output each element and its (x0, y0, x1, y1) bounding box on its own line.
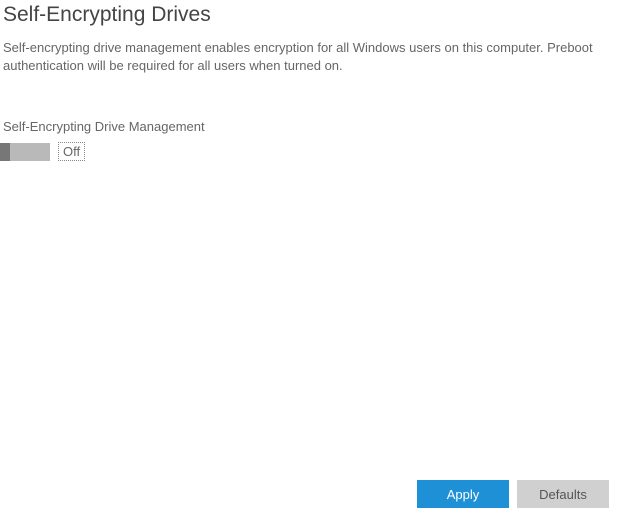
toggle-row: Off (0, 134, 617, 161)
description-text: Self-encrypting drive management enables… (0, 27, 617, 74)
button-bar: Apply Defaults (417, 480, 609, 508)
sed-management-toggle[interactable] (0, 143, 50, 161)
apply-button[interactable]: Apply (417, 480, 509, 508)
toggle-state-label: Off (58, 142, 85, 161)
page-title: Self-Encrypting Drives (0, 0, 617, 27)
defaults-button[interactable]: Defaults (517, 480, 609, 508)
toggle-handle (0, 143, 10, 161)
section-label: Self-Encrypting Drive Management (0, 74, 617, 134)
